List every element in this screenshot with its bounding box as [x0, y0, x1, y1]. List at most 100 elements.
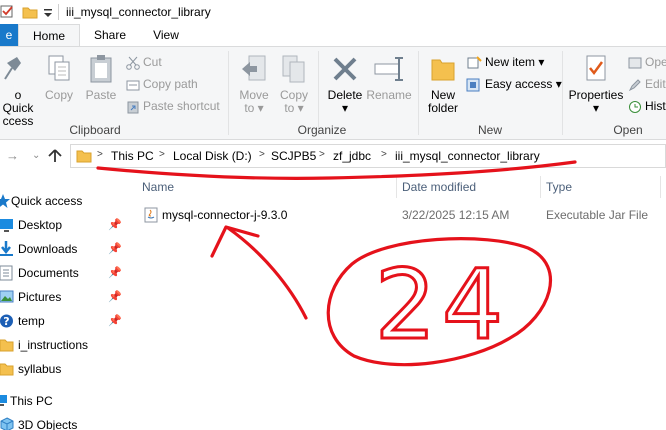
computer-icon	[0, 395, 7, 406]
pin-quick-access-button[interactable]: o Quick ccess	[0, 53, 36, 128]
new-item-button[interactable]: New item ▾	[466, 53, 544, 71]
paste-shortcut-button[interactable]: Paste shortcut	[126, 97, 220, 115]
cut-button[interactable]: Cut	[126, 53, 162, 71]
breadcrumb-separator-icon[interactable]: >	[319, 149, 325, 160]
documents-icon	[0, 265, 13, 281]
pin-icon[interactable]: 📌	[108, 310, 122, 332]
breadcrumb-local-disk[interactable]: Local Disk (D:)	[173, 149, 252, 163]
breadcrumb-zf-jdbc[interactable]: zf_jdbc	[333, 149, 371, 163]
copy-to-icon	[282, 55, 305, 83]
new-folder-icon	[431, 59, 455, 81]
column-header-type[interactable]: Type	[546, 180, 572, 194]
breadcrumb-separator-icon[interactable]: >	[381, 149, 387, 160]
delete-label: Delete ▾	[327, 88, 363, 115]
svg-text:?: ?	[3, 315, 9, 328]
edit-icon	[628, 79, 641, 91]
copy-to-label: Copy to ▾	[279, 88, 308, 115]
ribbon-tabs: e Home Share View	[0, 24, 666, 46]
delete-button[interactable]: Delete ▾	[324, 53, 366, 115]
edit-button[interactable]: Edit	[628, 75, 666, 93]
properties-button[interactable]: Properties ▾	[566, 53, 626, 115]
ribbon: o Quick ccess Copy Paste Cut Copy path Pa…	[0, 46, 666, 140]
file-row[interactable]: mysql-connector-j-9.3.0 3/22/2025 12:15 …	[138, 204, 666, 226]
properties-icon	[586, 55, 606, 81]
pin-label: o Quick ccess	[2, 88, 34, 128]
file-type: Executable Jar File	[546, 208, 649, 222]
column-divider[interactable]	[540, 176, 541, 198]
star-icon	[0, 194, 10, 208]
rename-label: Rename	[366, 88, 412, 102]
tab-file[interactable]: e	[0, 24, 18, 46]
folder-icon[interactable]	[22, 4, 38, 20]
file-name: mysql-connector-j-9.3.0	[162, 208, 288, 222]
new-item-icon	[467, 56, 482, 69]
chevron-down-icon[interactable]	[42, 4, 58, 20]
paste-shortcut-icon	[127, 101, 139, 114]
folder-icon	[0, 339, 14, 352]
group-divider	[418, 51, 419, 135]
paste-label: Paste	[85, 88, 117, 102]
window-title: iii_mysql_connector_library	[66, 5, 211, 19]
column-divider[interactable]	[396, 176, 397, 198]
back-arrow-icon[interactable]: →	[6, 148, 19, 163]
title-bar: iii_mysql_connector_library	[0, 0, 666, 24]
pin-icon[interactable]: 📌	[108, 286, 122, 308]
rename-icon	[374, 57, 403, 81]
copy-label: Copy	[44, 88, 73, 102]
easy-access-icon	[466, 78, 480, 92]
pictures-icon	[0, 290, 14, 303]
properties-label: Properties ▾	[568, 88, 624, 115]
breadcrumb-current-folder[interactable]: iii_mysql_connector_library	[395, 149, 540, 163]
pin-icon[interactable]: 📌	[108, 262, 122, 284]
breadcrumb-scjpb5[interactable]: SCJPB5	[271, 149, 316, 163]
tab-view[interactable]: View	[150, 24, 182, 46]
open-button[interactable]: Ope	[628, 53, 666, 71]
open-group-label: Open	[613, 123, 643, 137]
tab-share[interactable]: Share	[92, 24, 128, 46]
copy-path-icon	[126, 80, 140, 91]
clipboard-icon	[90, 55, 112, 83]
scissors-icon	[126, 56, 140, 70]
cube-icon	[0, 417, 14, 430]
folder-icon	[0, 363, 14, 376]
folder-icon	[76, 150, 92, 163]
breadcrumb-separator-icon[interactable]: >	[97, 149, 103, 160]
clipboard-group-label: Clipboard	[69, 123, 121, 137]
column-header-date-modified[interactable]: Date modified	[402, 180, 476, 194]
tab-home[interactable]: Home	[18, 24, 80, 46]
recent-locations-chevron-icon[interactable]: ⌄	[32, 150, 40, 161]
navigation-pane: Quick access Desktop 📌 Downloads 📌 Docum…	[0, 172, 124, 430]
organize-group-label: Organize	[297, 123, 347, 137]
checkmark-icon[interactable]	[0, 4, 16, 20]
help-icon: ?	[0, 314, 13, 328]
history-button[interactable]: Hist	[628, 97, 666, 115]
copy-path-button[interactable]: Copy path	[126, 75, 198, 93]
new-folder-label: New folder	[427, 88, 459, 115]
breadcrumb-separator-icon[interactable]: >	[259, 149, 265, 160]
column-divider[interactable]	[660, 176, 661, 198]
copy-to-button[interactable]: Copy to ▾	[276, 53, 312, 115]
move-to-button[interactable]: Move to ▾	[236, 53, 272, 115]
address-bar[interactable]: > This PC > Local Disk (D:) > SCJPB5 > z…	[70, 144, 666, 168]
breadcrumb-this-pc[interactable]: This PC	[111, 149, 154, 163]
java-jar-icon	[144, 207, 158, 223]
file-list: Name Date modified Type mysql-connector-…	[124, 172, 666, 430]
history-icon	[629, 100, 641, 113]
column-header-name[interactable]: Name	[142, 180, 174, 194]
desktop-icon	[0, 219, 13, 232]
pin-icon	[4, 57, 21, 80]
download-icon	[0, 241, 13, 256]
rename-button[interactable]: Rename	[366, 53, 412, 102]
up-arrow-icon[interactable]	[48, 149, 62, 163]
pin-icon[interactable]: 📌	[108, 214, 122, 236]
copy-button[interactable]: Copy	[42, 53, 76, 102]
file-date-modified: 3/22/2025 12:15 AM	[402, 208, 510, 222]
new-folder-button[interactable]: New folder	[424, 53, 462, 115]
paste-button[interactable]: Paste	[82, 53, 120, 102]
delete-x-icon	[333, 57, 357, 81]
breadcrumb-separator-icon[interactable]: >	[159, 149, 165, 160]
title-divider	[58, 4, 59, 20]
easy-access-button[interactable]: Easy access ▾	[466, 75, 562, 93]
navigation-bar: → ⌄ > This PC > Local Disk (D:) > SCJPB5…	[0, 140, 666, 172]
pin-icon[interactable]: 📌	[108, 238, 122, 260]
